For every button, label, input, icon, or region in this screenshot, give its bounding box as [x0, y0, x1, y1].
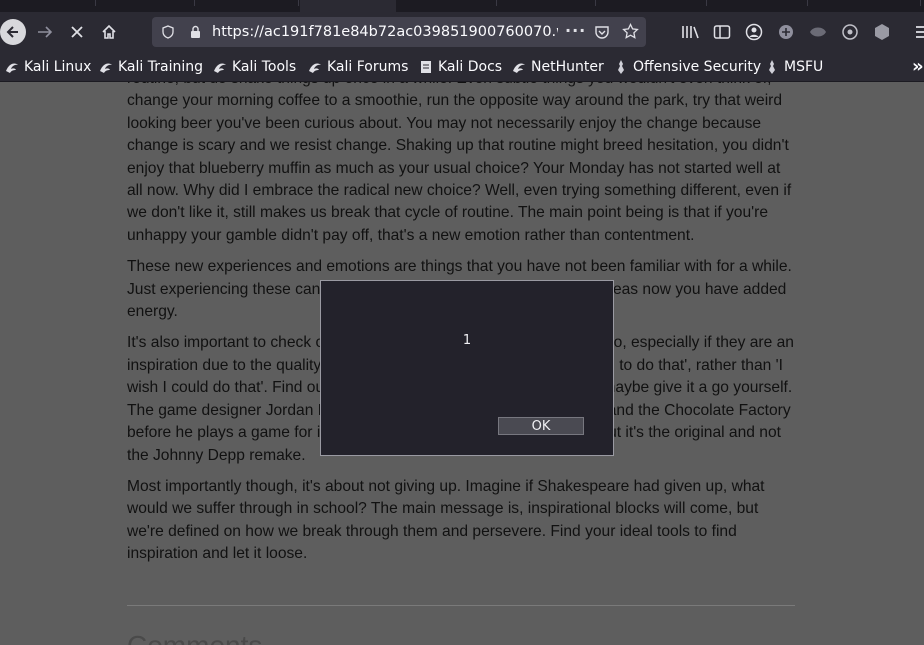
bookmarks-toolbar: Kali Linux Kali Training Kali Tools Kali… [0, 52, 924, 82]
active-tab[interactable] [300, 0, 396, 12]
account-icon[interactable] [745, 23, 763, 41]
kali-docs-icon [419, 60, 433, 74]
ok-button[interactable]: OK [498, 417, 584, 435]
sidebar-icon[interactable] [713, 24, 731, 40]
bookmark-label: MSFU [784, 58, 824, 75]
tab[interactable] [0, 0, 96, 6]
extension-icon[interactable] [777, 23, 795, 41]
tab[interactable] [497, 0, 596, 6]
library-icon[interactable] [681, 24, 699, 40]
lock-icon [191, 25, 200, 38]
kali-training-icon [99, 60, 113, 74]
bookmark-label: Kali Docs [438, 58, 503, 75]
nethunter-icon [512, 60, 526, 74]
tab[interactable] [398, 0, 497, 6]
bookmark-label: Kali Training [118, 58, 203, 75]
forward-button[interactable] [32, 12, 58, 52]
tab[interactable] [195, 0, 299, 6]
kali-dragon-icon [5, 60, 19, 74]
bookmark-kali-tools[interactable]: Kali Tools [213, 52, 296, 81]
extension-icon[interactable] [840, 23, 860, 41]
comments-heading: Comments [127, 630, 262, 645]
shield-icon [162, 25, 174, 39]
pocket-icon[interactable] [594, 24, 610, 40]
close-icon [71, 26, 83, 38]
bookmark-kali-docs[interactable]: Kali Docs [419, 52, 502, 81]
article-paragraph: routine, but do shake things up once in … [127, 82, 792, 244]
kali-tools-icon [213, 60, 227, 74]
back-button[interactable] [0, 12, 28, 52]
bookmark-offensive-security[interactable]: Offensive Security [614, 52, 761, 81]
bookmarks-overflow-chevron-icon[interactable]: » [912, 52, 924, 81]
alert-dialog: 1 OK [320, 280, 614, 456]
bookmark-kali-training[interactable]: Kali Training [99, 52, 203, 81]
alert-message: 1 [462, 333, 472, 348]
bookmark-label: Kali Linux [24, 58, 92, 75]
tab[interactable] [96, 0, 195, 6]
tab[interactable] [808, 0, 921, 6]
bookmark-star-icon[interactable] [622, 23, 639, 40]
arrow-right-icon [38, 26, 53, 38]
bookmark-kali-linux[interactable]: Kali Linux [5, 52, 91, 81]
divider [127, 605, 795, 606]
bookmark-label: Offensive Security [633, 58, 762, 75]
msfu-icon [765, 59, 779, 74]
page-actions-icon[interactable]: ··· [565, 17, 586, 47]
url-bar[interactable]: https://ac191f781e84b72ac039851900760070… [152, 17, 646, 47]
bookmark-label: Kali Forums [327, 58, 409, 75]
bookmark-kali-forums[interactable]: Kali Forums [308, 52, 408, 81]
article-paragraph: Most importantly though, it's about not … [127, 477, 765, 563]
tab[interactable] [596, 0, 707, 6]
navigation-toolbar: https://ac191f781e84b72ac039851900760070… [0, 12, 924, 52]
menu-icon[interactable] [912, 24, 924, 40]
stop-loading-button[interactable] [64, 12, 90, 52]
url-text[interactable]: https://ac191f781e84b72ac039851900760070… [212, 17, 558, 47]
home-button[interactable] [96, 12, 122, 52]
offsec-icon [614, 59, 628, 74]
extension-icon[interactable] [808, 24, 828, 40]
bookmark-label: NetHunter [531, 58, 604, 75]
tab-strip [0, 0, 924, 12]
tab[interactable] [707, 0, 808, 6]
bookmark-nethunter[interactable]: NetHunter [512, 52, 604, 81]
kali-forums-icon [308, 60, 322, 74]
extension-icon[interactable] [873, 23, 891, 41]
bookmark-msfu[interactable]: MSFU [765, 52, 823, 81]
arrow-left-icon [0, 19, 26, 45]
home-icon [102, 24, 116, 39]
bookmark-label: Kali Tools [232, 58, 297, 75]
